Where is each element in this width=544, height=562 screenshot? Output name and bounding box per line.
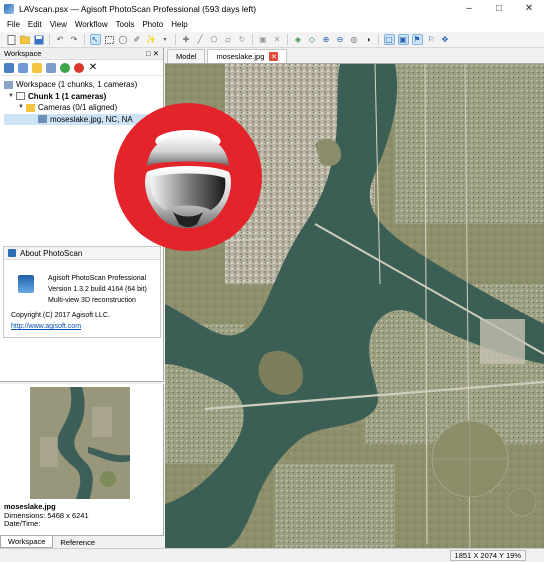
zoom-in-icon[interactable]: ⊕: [321, 34, 332, 45]
mask-add-icon[interactable]: ◈: [293, 34, 304, 45]
close-button[interactable]: ✕: [514, 0, 544, 17]
red-helmet-logo: [111, 100, 265, 254]
zoom-out-icon[interactable]: ⊖: [335, 34, 346, 45]
tab-photo[interactable]: moseslake.jpg ✕: [207, 49, 288, 63]
about-version: Version 1.3.2 build 4164 (64 bit): [48, 286, 147, 293]
maximize-button[interactable]: □: [484, 0, 514, 17]
collapse-arrow-icon[interactable]: ▼: [18, 102, 26, 114]
tab-model[interactable]: Model: [167, 49, 206, 63]
photoscan-icon: [8, 249, 16, 257]
polygon-icon[interactable]: ▱: [223, 34, 234, 45]
contrast-icon[interactable]: ◑: [363, 34, 374, 45]
about-product: Agisoft PhotoScan Professional: [48, 275, 147, 282]
about-dialog: About PhotoScan Agisoft PhotoScan Profes…: [3, 246, 161, 338]
status-bar: 1851 X 2074 Y 19%: [0, 548, 544, 562]
workspace-title: Workspace: [4, 49, 42, 58]
photo-panel: moseslake.jpg Dimensions: 5468 x 6241 Da…: [0, 384, 164, 535]
move-icon[interactable]: ✥: [440, 34, 451, 45]
menu-photo[interactable]: Photo: [138, 20, 167, 29]
redo-icon[interactable]: ↷: [69, 34, 80, 45]
menu-file[interactable]: File: [3, 20, 24, 29]
title-bar: LAVscan.psx — Agisoft PhotoScan Professi…: [0, 0, 544, 17]
photo-datetime: Date/Time:: [4, 519, 41, 528]
menu-view[interactable]: View: [46, 20, 71, 29]
collapse-arrow-icon[interactable]: ▼: [8, 91, 16, 103]
minimize-button[interactable]: –: [454, 0, 484, 17]
cursor-readout: 1851 X 2074 Y 19%: [449, 550, 526, 561]
workspace-icon: [4, 80, 13, 89]
menu-help[interactable]: Help: [167, 20, 191, 29]
tree-item-workspace[interactable]: Workspace (1 chunks, 1 cameras): [4, 79, 163, 91]
delete-icon[interactable]: ✕: [88, 62, 98, 73]
lasso-icon[interactable]: ◯: [118, 34, 129, 45]
tab-workspace[interactable]: Workspace: [0, 536, 54, 548]
app-icon: [4, 3, 14, 14]
view-tabs: Model moseslake.jpg ✕: [165, 48, 544, 64]
about-copyright: Copyright (C) 2017 Agisoft LLC.: [11, 312, 110, 319]
navigation-icon[interactable]: ↖: [89, 34, 101, 45]
about-desc: Multi-view 3D reconstruction: [48, 297, 136, 304]
menu-bar: File Edit View Workflow Tools Photo Help: [0, 17, 544, 32]
magic-wand-icon[interactable]: ✨: [146, 34, 157, 45]
brush-icon[interactable]: ✐: [132, 34, 143, 45]
fit-icon[interactable]: ◎: [349, 34, 360, 45]
shape-icon[interactable]: ⬠: [209, 34, 220, 45]
show-markers-icon[interactable]: ▣: [397, 34, 409, 45]
photo-thumbnail[interactable]: [30, 387, 130, 499]
bottom-tabs: Workspace Reference: [0, 535, 164, 548]
flag-icon[interactable]: ⚐: [426, 34, 437, 45]
remove-icon[interactable]: [46, 62, 56, 73]
mask-sub-icon[interactable]: ◇: [307, 34, 318, 45]
undo-icon[interactable]: ↶: [55, 34, 66, 45]
toolbar: ↶ ↷ ↖ ◯ ✐ ✨ ▾ ✚ ╱ ⬠ ▱ ↻ ▣ ✕ ◈ ◇ ⊕ ⊖ ◎ ◑ …: [0, 32, 544, 48]
rectangle-select-icon[interactable]: [104, 34, 115, 45]
new-icon[interactable]: [6, 34, 17, 45]
save-icon[interactable]: [34, 34, 45, 45]
add-photos-icon[interactable]: [18, 62, 28, 73]
rotate-icon[interactable]: ↻: [237, 34, 248, 45]
ruler-icon[interactable]: ╱: [195, 34, 206, 45]
dropdown-icon[interactable]: ▾: [160, 34, 171, 45]
film-logo-icon: [18, 275, 34, 293]
workspace-toolbar: ✕: [0, 60, 163, 76]
about-title: About PhotoScan: [20, 248, 83, 258]
panel-controls-icon[interactable]: □ ✕: [146, 49, 159, 58]
tab-reference[interactable]: Reference: [53, 536, 102, 548]
workspace-header: Workspace □ ✕: [0, 48, 163, 60]
menu-tools[interactable]: Tools: [112, 20, 139, 29]
disable-icon[interactable]: [74, 62, 84, 73]
delete-selection-icon[interactable]: ✕: [272, 34, 283, 45]
enable-icon[interactable]: [60, 62, 70, 73]
show-cameras-icon[interactable]: ▢: [383, 34, 395, 45]
menu-workflow[interactable]: Workflow: [71, 20, 112, 29]
add-folder-icon[interactable]: [32, 62, 42, 73]
marker-icon[interactable]: ✚: [181, 34, 192, 45]
folder-icon: [26, 103, 35, 112]
menu-edit[interactable]: Edit: [24, 20, 46, 29]
chunk-icon: [16, 92, 25, 101]
open-icon[interactable]: [20, 34, 31, 45]
add-chunk-icon[interactable]: [4, 62, 14, 73]
close-tab-icon[interactable]: ✕: [269, 52, 279, 61]
show-shapes-icon[interactable]: ⚑: [411, 34, 423, 45]
window-title: LAVscan.psx — Agisoft PhotoScan Professi…: [19, 3, 257, 14]
crop-icon[interactable]: ▣: [258, 34, 269, 45]
camera-image-icon: [38, 115, 47, 124]
about-link[interactable]: http://www.agisoft.com: [11, 321, 110, 332]
